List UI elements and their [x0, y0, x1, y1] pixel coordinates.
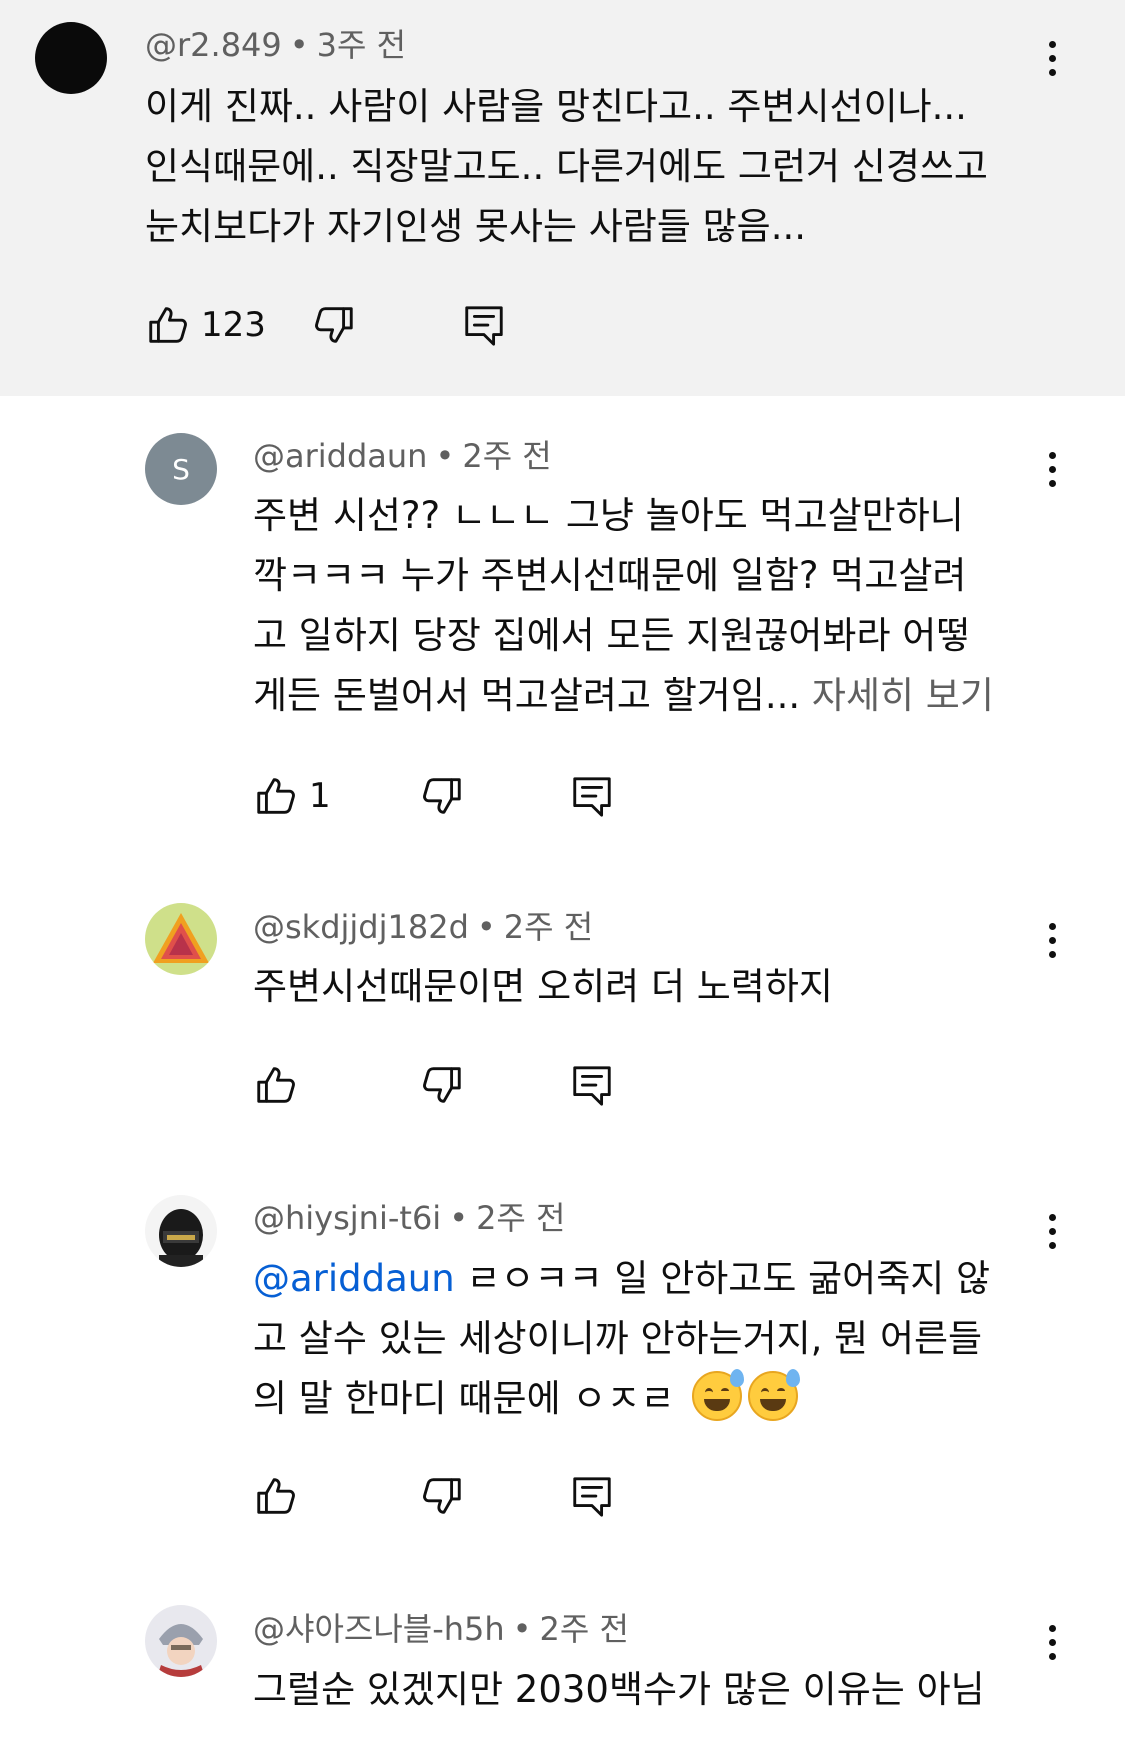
- comment-time[interactable]: 3주 전: [317, 26, 406, 64]
- comment-meta: @hiysjni-t6i • 2주 전: [253, 1198, 565, 1238]
- comment-line: 눈치보다가 자기인생 못사는 사람들 많음...: [145, 205, 807, 248]
- helmet-avatar-icon: [159, 1209, 203, 1267]
- comment-line: 게든 돈벌어서 먹고살려고 할거임... 자세히 보기: [253, 666, 994, 726]
- comment-line: 주변시선때문이면 오히려 더 노력하지: [253, 965, 833, 1008]
- comment-time[interactable]: 2주 전: [476, 1199, 565, 1237]
- comment-text: 주변시선때문이면 오히려 더 노력하지: [253, 957, 833, 1017]
- avatar[interactable]: [145, 1195, 217, 1267]
- kebab-menu-icon[interactable]: [1032, 1614, 1072, 1670]
- meta-separator: •: [476, 908, 496, 946]
- reply-comment-icon: [569, 1473, 615, 1519]
- reply-comment-icon: [569, 1062, 615, 1108]
- comment-text: @ariddaun ㄹㅇㅋㅋ 일 안하고도 굶어죽지 않 고 살수 있는 세상이…: [253, 1249, 990, 1429]
- meta-separator: •: [512, 1610, 532, 1648]
- comment-line: @ariddaun ㄹㅇㅋㅋ 일 안하고도 굶어죽지 않: [253, 1249, 990, 1309]
- dislike-button[interactable]: [311, 295, 357, 355]
- comment-meta: @r2.849 • 3주 전: [145, 25, 406, 65]
- thumbs-up-icon: [253, 1473, 299, 1519]
- dislike-button[interactable]: [419, 1466, 465, 1526]
- mention-link[interactable]: @ariddaun: [253, 1257, 455, 1300]
- comment-line: 고 일하지 당장 집에서 모든 지원끊어봐라 어떻: [253, 614, 971, 657]
- like-button[interactable]: [253, 1466, 299, 1526]
- like-count: 1: [309, 776, 331, 816]
- comment-line: 의 말 한마디 때문에 ㅇㅈㄹ: [253, 1369, 990, 1429]
- thumbs-down-icon: [419, 1473, 465, 1519]
- comment-meta: @ariddaun • 2주 전: [253, 436, 552, 476]
- comment-time[interactable]: 2주 전: [540, 1610, 629, 1648]
- triangle-avatar-icon: [153, 913, 209, 963]
- avatar[interactable]: S: [145, 433, 217, 505]
- kebab-menu-icon[interactable]: [1032, 912, 1072, 968]
- comment-meta: @skdjjdj182d • 2주 전: [253, 907, 593, 947]
- thumbs-down-icon: [419, 1062, 465, 1108]
- read-more-link[interactable]: 자세히 보기: [812, 674, 994, 717]
- kebab-menu-icon[interactable]: [1032, 30, 1072, 86]
- reply-button[interactable]: [569, 1055, 615, 1115]
- thumbs-up-icon: [253, 773, 299, 819]
- reply-comment-icon: [569, 773, 615, 819]
- kebab-menu-icon[interactable]: [1032, 441, 1072, 497]
- comment-line-text: 게든 돈벌어서 먹고살려고 할거임...: [253, 674, 801, 717]
- comment-author[interactable]: @ariddaun: [253, 437, 427, 475]
- comment-line-text: ㄹㅇㅋㅋ 일 안하고도 굶어죽지 않: [454, 1257, 991, 1300]
- meta-separator: •: [449, 1199, 469, 1237]
- comment-line: 인식때문에.. 직장말고도.. 다른거에도 그런거 신경쓰고: [145, 145, 988, 188]
- meta-separator: •: [435, 437, 455, 475]
- thumbs-down-icon: [311, 302, 357, 348]
- reply-button[interactable]: [569, 766, 615, 826]
- avatar[interactable]: [35, 22, 107, 94]
- comment-time[interactable]: 2주 전: [504, 908, 593, 946]
- comment-text: 이게 진짜.. 사람이 사람을 망친다고.. 주변시선이나... 인식때문에..…: [145, 77, 988, 257]
- comment-author[interactable]: @skdjjdj182d: [253, 908, 469, 946]
- like-button[interactable]: 123: [145, 295, 266, 355]
- anime-avatar-icon: [157, 1624, 205, 1677]
- like-button[interactable]: [253, 1055, 299, 1115]
- comment-author[interactable]: @hiysjni-t6i: [253, 1199, 441, 1237]
- comment-line: 깍ㅋㅋㅋ 누가 주변시선때문에 일함? 먹고살려: [253, 554, 967, 597]
- comment-line: 주변 시선?? ㄴㄴㄴ 그냥 놀아도 먹고살만하니: [253, 494, 964, 537]
- avatar[interactable]: [145, 903, 217, 975]
- comment-author[interactable]: @r2.849: [145, 26, 282, 64]
- comment-time[interactable]: 2주 전: [462, 437, 551, 475]
- reply-button[interactable]: [461, 295, 507, 355]
- comment-meta: @샤아즈나블-h5h • 2주 전: [253, 1609, 629, 1649]
- comment-line: 이게 진짜.. 사람이 사람을 망친다고.. 주변시선이나...: [145, 85, 967, 128]
- sweat-smile-emoji-icon: [748, 1369, 801, 1421]
- reply-button[interactable]: [569, 1466, 615, 1526]
- comment-text: 그럴순 있겠지만 2030백수가 많은 이유는 아님: [253, 1660, 985, 1720]
- avatar-letter: S: [172, 452, 190, 486]
- dislike-button[interactable]: [419, 766, 465, 826]
- comment-line: 고 살수 있는 세상이니까 안하는거지, 뭔 어른들: [253, 1317, 983, 1360]
- reply-comment-icon: [461, 302, 507, 348]
- sweat-smile-emoji-icon: [692, 1369, 745, 1421]
- like-button[interactable]: 1: [253, 766, 331, 826]
- kebab-menu-icon[interactable]: [1032, 1203, 1072, 1259]
- like-count: 123: [201, 305, 266, 345]
- comment-line-text: 의 말 한마디 때문에 ㅇㅈㄹ: [253, 1377, 675, 1420]
- thumbs-up-icon: [253, 1062, 299, 1108]
- dislike-button[interactable]: [419, 1055, 465, 1115]
- comment-text: 주변 시선?? ㄴㄴㄴ 그냥 놀아도 먹고살만하니 깍ㅋㅋㅋ 누가 주변시선때문…: [253, 486, 994, 726]
- meta-separator: •: [289, 26, 309, 64]
- comment-author[interactable]: @샤아즈나블-h5h: [253, 1610, 505, 1648]
- comment-line: 그럴순 있겠지만 2030백수가 많은 이유는 아님: [253, 1668, 985, 1711]
- thumbs-up-icon: [145, 302, 191, 348]
- avatar[interactable]: [145, 1605, 217, 1677]
- thumbs-down-icon: [419, 773, 465, 819]
